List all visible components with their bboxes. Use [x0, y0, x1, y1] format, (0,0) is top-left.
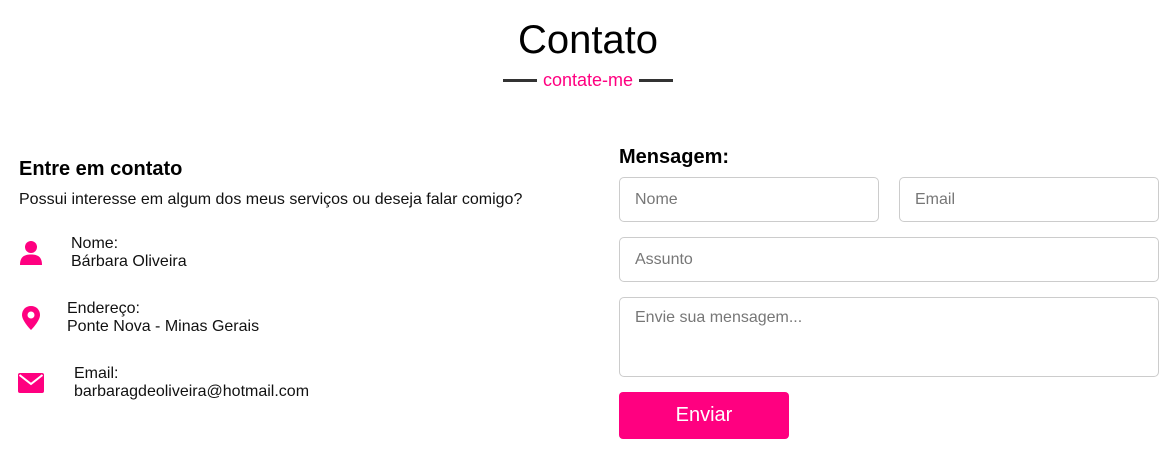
page-title: Contato — [517, 18, 659, 62]
name-input[interactable] — [619, 177, 879, 222]
message-form-heading: Mensagem: — [619, 146, 730, 168]
subject-input[interactable] — [619, 237, 1159, 282]
subtitle: contate-me — [542, 70, 634, 90]
contact-item-name: Nome: Bárbara Oliveira — [18, 235, 187, 271]
contact-item-address: Endereço: Ponte Nova - Minas Gerais — [18, 300, 259, 336]
envelope-icon — [18, 370, 44, 396]
subtitle-line-left — [502, 78, 537, 82]
subtitle-line-right — [639, 78, 674, 82]
map-pin-icon — [18, 305, 44, 331]
send-button[interactable]: Enviar — [619, 392, 789, 439]
contact-address-label: Endereço: — [67, 300, 140, 317]
message-textarea[interactable] — [619, 297, 1159, 377]
contact-info-description: Possui interesse em algum dos meus servi… — [19, 191, 523, 208]
contact-name-label: Nome: — [71, 235, 119, 252]
contact-email-value: barbaragdeoliveira@hotmail.com — [74, 383, 310, 400]
contact-address-value: Ponte Nova - Minas Gerais — [67, 318, 260, 335]
contact-name-value: Bárbara Oliveira — [71, 253, 187, 270]
contact-info-heading: Entre em contato — [19, 158, 183, 180]
email-input[interactable] — [899, 177, 1159, 222]
contact-item-email: Email: barbaragdeoliveira@hotmail.com — [18, 365, 309, 401]
user-icon — [18, 240, 44, 266]
subtitle-row: contate-me — [0, 68, 1168, 92]
contact-email-label: Email: — [74, 365, 119, 382]
